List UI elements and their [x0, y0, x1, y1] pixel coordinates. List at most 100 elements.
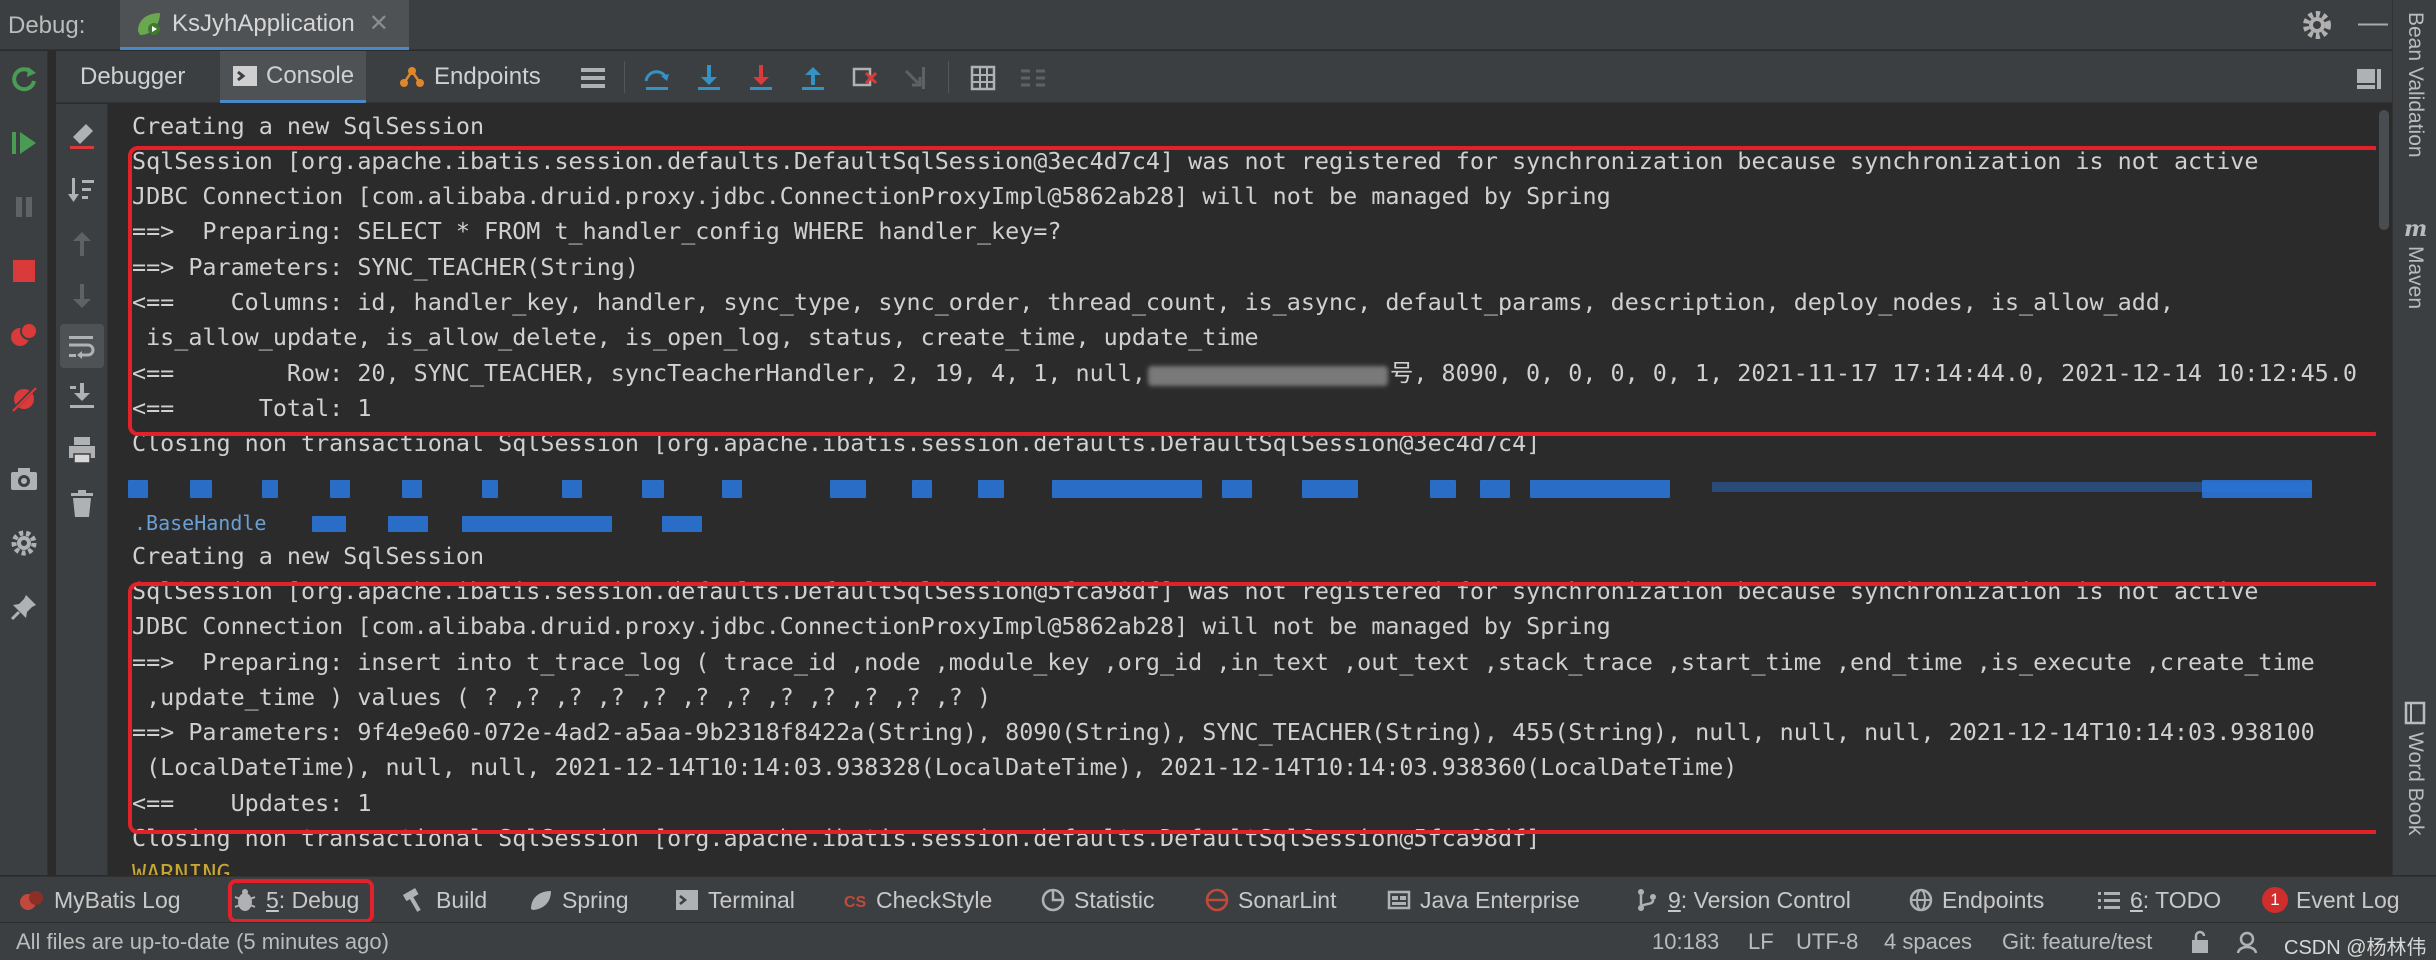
- tool-build[interactable]: Build: [402, 877, 487, 923]
- sort-down-icon[interactable]: [66, 174, 98, 206]
- soft-wrap-icon: [69, 336, 95, 359]
- redacted-text: [2202, 480, 2312, 498]
- tab-endpoints[interactable]: Endpoints: [386, 51, 553, 103]
- view-breakpoints-icon[interactable]: [8, 319, 40, 351]
- redacted-text: [912, 480, 932, 498]
- gear-icon[interactable]: [2300, 8, 2334, 42]
- console-actions-strip: [56, 104, 108, 875]
- bean-validation-tab[interactable]: Bean Validation: [2403, 12, 2427, 158]
- tool-endpoints[interactable]: Endpoints: [1908, 877, 2044, 923]
- evaluate-expression-icon[interactable]: [968, 63, 998, 93]
- tool-version-control[interactable]: 9: Version Control: [1634, 877, 1851, 923]
- redacted-text: [662, 516, 702, 532]
- trace-stream-icon[interactable]: [1018, 63, 1048, 93]
- redacted-text: [128, 480, 148, 498]
- console-icon: [233, 65, 257, 86]
- soft-wrap-toggle[interactable]: [60, 324, 104, 368]
- svg-text:m: m: [2404, 216, 2427, 242]
- tool-terminal[interactable]: Terminal: [674, 877, 795, 923]
- stop-icon[interactable]: [8, 255, 40, 287]
- status-message[interactable]: All files are up-to-date (5 minutes ago): [16, 929, 389, 955]
- step-into-icon[interactable]: [694, 63, 724, 93]
- print-icon[interactable]: [66, 434, 98, 466]
- tool-label: CheckStyle: [876, 886, 993, 913]
- tool-mybatis-log[interactable]: MyBatis Log: [18, 877, 181, 923]
- tool-label: Event Log: [2296, 886, 2400, 913]
- tool-shortcut: 9: [1668, 886, 1681, 913]
- annotation-highlight-box: [128, 582, 2382, 834]
- layout-settings-icon[interactable]: [2354, 63, 2384, 93]
- pause-icon[interactable]: [8, 191, 40, 223]
- drop-frame-icon[interactable]: [850, 63, 880, 93]
- step-over-icon[interactable]: [642, 63, 672, 93]
- spring-leaf-icon: [531, 891, 551, 910]
- minimize-icon[interactable]: —: [2356, 8, 2390, 42]
- resume-icon[interactable]: [8, 127, 40, 159]
- toolbar-divider: [948, 61, 949, 93]
- redacted-text: [402, 480, 422, 498]
- console-scrollbar[interactable]: [2376, 104, 2392, 875]
- console-line: Creating a new SqlSession: [132, 112, 485, 140]
- line-separator[interactable]: LF: [1748, 929, 1774, 955]
- pie-icon: [1041, 888, 1065, 912]
- tool-checkstyle[interactable]: CS CheckStyle: [842, 877, 992, 923]
- tool-spring[interactable]: Spring: [528, 877, 628, 923]
- lock-icon[interactable]: [2188, 929, 2212, 955]
- layout-menu-icon[interactable]: [578, 63, 608, 93]
- redacted-text: [642, 480, 664, 498]
- force-step-into-icon[interactable]: [746, 63, 776, 93]
- down-arrow-icon[interactable]: [66, 280, 98, 312]
- tab-debugger[interactable]: Debugger: [68, 51, 197, 103]
- inspector-icon[interactable]: [2234, 929, 2260, 955]
- spring-boot-run-icon: [138, 12, 160, 35]
- indent-setting[interactable]: 4 spaces: [1884, 929, 1972, 955]
- git-branch[interactable]: Git: feature/test: [2002, 929, 2152, 955]
- redacted-text: [830, 480, 866, 498]
- event-log-count: 1: [2270, 890, 2280, 909]
- tool-statistic[interactable]: Statistic: [1040, 877, 1155, 923]
- maven-tab[interactable]: Maven: [2403, 246, 2427, 309]
- mute-breakpoints-icon[interactable]: [8, 383, 40, 415]
- redacted-text: [1222, 480, 1252, 498]
- clear-all-icon[interactable]: [66, 120, 98, 152]
- hammer-icon: [402, 888, 421, 912]
- tool-event-log[interactable]: 1 Event Log: [2262, 877, 2400, 923]
- tool-label: SonarLint: [1238, 886, 1337, 913]
- run-config-tab[interactable]: KsJyhApplication ✕: [120, 0, 409, 50]
- scrollbar-thumb[interactable]: [2379, 110, 2389, 230]
- settings-icon[interactable]: [8, 527, 40, 559]
- tab-console[interactable]: Console: [220, 51, 367, 103]
- tool-todo[interactable]: 6: TODO: [2096, 877, 2221, 923]
- console-line: .BaseHandle: [134, 511, 267, 535]
- redacted-text: [1302, 480, 1358, 498]
- redacted-text: [190, 480, 212, 498]
- debug-title-bar: Debug: KsJyhApplication ✕ —: [0, 0, 2436, 50]
- camera-icon[interactable]: [8, 463, 40, 495]
- redacted-text: [722, 480, 742, 498]
- tool-java-enterprise[interactable]: Java Enterprise: [1386, 877, 1580, 923]
- tool-label: Endpoints: [1942, 886, 2045, 913]
- status-bar: All files are up-to-date (5 minutes ago)…: [0, 922, 2436, 960]
- file-encoding[interactable]: UTF-8: [1796, 929, 1858, 955]
- redacted-text: [1430, 480, 1456, 498]
- console-output[interactable]: Creating a new SqlSession SqlSession [or…: [112, 104, 2382, 875]
- redacted-text: [1052, 480, 1202, 498]
- endpoints-icon: [400, 67, 424, 87]
- rerun-icon[interactable]: [8, 63, 40, 95]
- scroll-to-end-icon[interactable]: [66, 380, 98, 412]
- vcs-icon: [1638, 889, 1656, 911]
- word-book-tab[interactable]: Word Book: [2403, 732, 2427, 836]
- up-arrow-icon[interactable]: [66, 228, 98, 260]
- event-log-badge: 1: [2262, 887, 2288, 913]
- svg-text:CS: CS: [844, 894, 867, 911]
- pin-icon[interactable]: [8, 591, 40, 623]
- tool-sonarlint[interactable]: SonarLint: [1204, 877, 1336, 923]
- close-icon[interactable]: ✕: [369, 9, 389, 38]
- toolbar-divider: [624, 61, 625, 93]
- redacted-text: [482, 480, 498, 498]
- trash-icon[interactable]: [66, 488, 98, 520]
- caret-position[interactable]: 10:183: [1652, 929, 1719, 955]
- tab-debugger-label: Debugger: [80, 63, 186, 90]
- run-to-cursor-icon[interactable]: [902, 63, 932, 93]
- step-out-icon[interactable]: [798, 63, 828, 93]
